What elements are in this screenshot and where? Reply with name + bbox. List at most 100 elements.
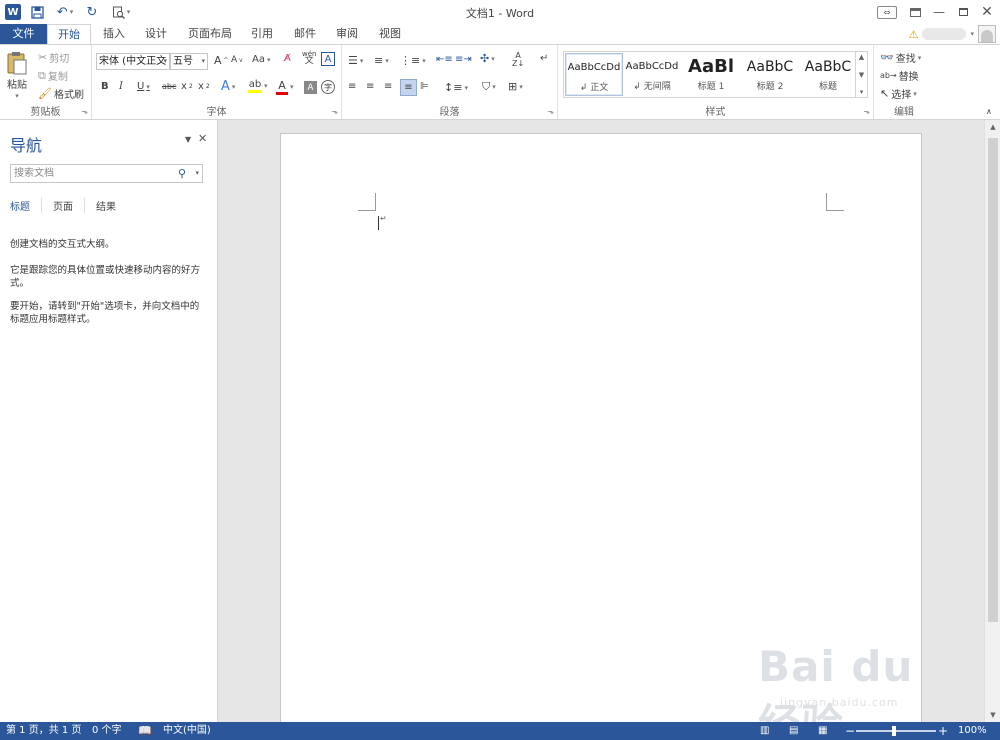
- select-button[interactable]: ↖ 选择 ▾: [880, 86, 917, 101]
- decrease-indent-icon[interactable]: ⇤≡: [436, 54, 453, 65]
- scroll-up-icon[interactable]: ▲: [985, 120, 1000, 134]
- paragraph-mark-icon: ↵: [380, 214, 387, 223]
- chinese-layout-icon[interactable]: ✣ ▾: [480, 52, 495, 65]
- close-button[interactable]: ✕: [974, 0, 1000, 24]
- tab-mailings[interactable]: 邮件: [288, 24, 322, 44]
- style-name: 标题 1: [697, 82, 725, 92]
- increase-indent-icon[interactable]: ≡⇥: [455, 54, 472, 65]
- dialog-launcher-icon[interactable]: ⬎: [81, 107, 88, 116]
- cut-label: 剪切: [49, 54, 70, 65]
- line-spacing-icon[interactable]: ↕≡ ▾: [444, 81, 468, 94]
- highlight-color-icon[interactable]: ab ▾: [248, 79, 268, 93]
- font-size-select[interactable]: 五号 ▾: [170, 53, 208, 70]
- nav-tab-headings[interactable]: 标题: [10, 198, 42, 213]
- enclose-characters-icon[interactable]: 字: [321, 80, 335, 94]
- style-normal[interactable]: AaBbCcDd ↲ 正文: [565, 53, 623, 96]
- scrollbar-thumb[interactable]: [988, 138, 998, 622]
- bold-button[interactable]: B: [101, 81, 109, 92]
- word-count[interactable]: 0 个字: [92, 722, 122, 740]
- change-case-button[interactable]: Aa ▾: [252, 54, 270, 65]
- tab-references[interactable]: 引用: [245, 24, 279, 44]
- strikethrough-button[interactable]: abc: [162, 82, 176, 91]
- tab-file[interactable]: 文件: [0, 24, 47, 44]
- tab-design[interactable]: 设计: [139, 24, 173, 44]
- chevron-down-icon[interactable]: ▾: [195, 165, 199, 182]
- style-heading-1[interactable]: AaBl 标题 1: [682, 53, 740, 96]
- chevron-up-icon[interactable]: ▲: [859, 53, 864, 61]
- align-right-icon[interactable]: ≡: [384, 81, 392, 92]
- tab-view[interactable]: 视图: [373, 24, 407, 44]
- align-left-icon[interactable]: ≡: [348, 81, 356, 92]
- bullets-button[interactable]: ☰ ▾: [348, 54, 363, 67]
- gallery-scrollbar[interactable]: ▲ ▼ ▾: [855, 52, 867, 97]
- style-no-spacing[interactable]: AaBbCcDd ↲ 无间隔: [623, 53, 681, 96]
- cut-button[interactable]: ✂ 剪切: [38, 50, 69, 65]
- document-page[interactable]: ↵: [280, 133, 922, 722]
- font-color-icon[interactable]: A ▾: [276, 79, 294, 95]
- style-heading-2[interactable]: AaBbC 标题 2: [741, 53, 799, 96]
- borders-icon[interactable]: ⊞ ▾: [508, 80, 523, 93]
- sort-icon[interactable]: A Z↓: [512, 52, 524, 68]
- shading-icon[interactable]: ⛉ ▾: [482, 80, 496, 94]
- zoom-level[interactable]: 100%: [958, 722, 987, 740]
- italic-button[interactable]: I: [119, 81, 123, 92]
- dialog-launcher-icon[interactable]: ⬎: [331, 107, 338, 116]
- tab-review[interactable]: 审阅: [330, 24, 364, 44]
- find-label: 查找: [895, 54, 916, 65]
- language-indicator[interactable]: 中文(中国): [163, 722, 211, 740]
- paste-button[interactable]: 粘贴 ▾: [6, 51, 28, 100]
- underline-button[interactable]: U ▾: [137, 81, 150, 92]
- text-effects-icon[interactable]: A ▾: [221, 79, 235, 94]
- zoom-slider[interactable]: [856, 730, 936, 732]
- page-count[interactable]: 第 1 页，共 1 页: [6, 722, 81, 740]
- grow-font-button[interactable]: A ^: [214, 54, 229, 67]
- user-account[interactable]: ⚠ ▾: [909, 24, 996, 44]
- justify-icon[interactable]: ≡: [400, 79, 417, 96]
- shrink-font-button[interactable]: Av: [231, 55, 243, 65]
- superscript-button[interactable]: x2: [198, 81, 210, 92]
- find-button[interactable]: 👓 查找 ▾: [880, 50, 921, 65]
- nav-options-icon[interactable]: ▼: [185, 135, 191, 144]
- read-mode-icon[interactable]: ▥: [760, 722, 769, 740]
- clear-formatting-icon[interactable]: A̸: [284, 53, 291, 64]
- numbering-button[interactable]: ≡ ▾: [374, 54, 389, 67]
- character-shading-icon[interactable]: A: [304, 81, 317, 94]
- nav-search-input[interactable]: 搜索文档 ⚲ ▾: [10, 164, 203, 183]
- web-layout-icon[interactable]: ▦: [818, 722, 827, 740]
- show-marks-icon[interactable]: ↵: [540, 53, 548, 64]
- font-name-select[interactable]: 宋体 (中文正文 ▾: [96, 53, 170, 70]
- close-icon[interactable]: ✕: [198, 132, 207, 145]
- distributed-icon[interactable]: ⊫: [420, 81, 429, 92]
- touch-mode-icon[interactable]: ⇔: [874, 0, 900, 24]
- ribbon-display-options-icon[interactable]: [902, 0, 928, 24]
- minimize-button[interactable]: —: [926, 0, 952, 24]
- proofing-icon[interactable]: 📖: [138, 722, 152, 740]
- subscript-button[interactable]: x2: [181, 81, 193, 92]
- tab-layout[interactable]: 页面布局: [182, 24, 238, 44]
- phonetic-guide-icon[interactable]: wén 文: [302, 51, 316, 66]
- style-title[interactable]: AaBbC 标题: [799, 53, 857, 96]
- zoom-out-icon[interactable]: −: [845, 722, 855, 740]
- tab-insert[interactable]: 插入: [97, 24, 131, 44]
- character-border-icon[interactable]: A: [321, 52, 335, 66]
- vertical-scrollbar[interactable]: ▲ ▼: [984, 120, 1000, 722]
- zoom-in-icon[interactable]: +: [938, 722, 948, 740]
- nav-tab-pages[interactable]: 页面: [53, 198, 85, 213]
- search-icon[interactable]: ⚲: [178, 165, 186, 182]
- maximize-button[interactable]: [950, 0, 976, 24]
- dialog-launcher-icon[interactable]: ⬎: [547, 107, 554, 116]
- nav-tab-results[interactable]: 结果: [96, 198, 127, 213]
- gallery-more-icon[interactable]: ▾: [860, 88, 864, 96]
- replace-button[interactable]: ab→ 替换: [880, 68, 919, 83]
- format-painter-button[interactable]: 🖌 格式刷: [38, 86, 84, 101]
- collapse-ribbon-icon[interactable]: ∧: [986, 107, 992, 116]
- dialog-launcher-icon[interactable]: ⬎: [863, 107, 870, 116]
- copy-button[interactable]: ⧉ 复制: [38, 68, 68, 84]
- chevron-down-icon[interactable]: ▼: [859, 71, 864, 79]
- zoom-slider-thumb[interactable]: [892, 726, 896, 736]
- print-layout-icon[interactable]: ▤: [789, 722, 798, 740]
- align-center-icon[interactable]: ≡: [366, 81, 374, 92]
- tab-home[interactable]: 开始: [47, 24, 91, 45]
- scroll-down-icon[interactable]: ▼: [985, 708, 1000, 722]
- multilevel-list-button[interactable]: ⋮≡ ▾: [400, 54, 426, 67]
